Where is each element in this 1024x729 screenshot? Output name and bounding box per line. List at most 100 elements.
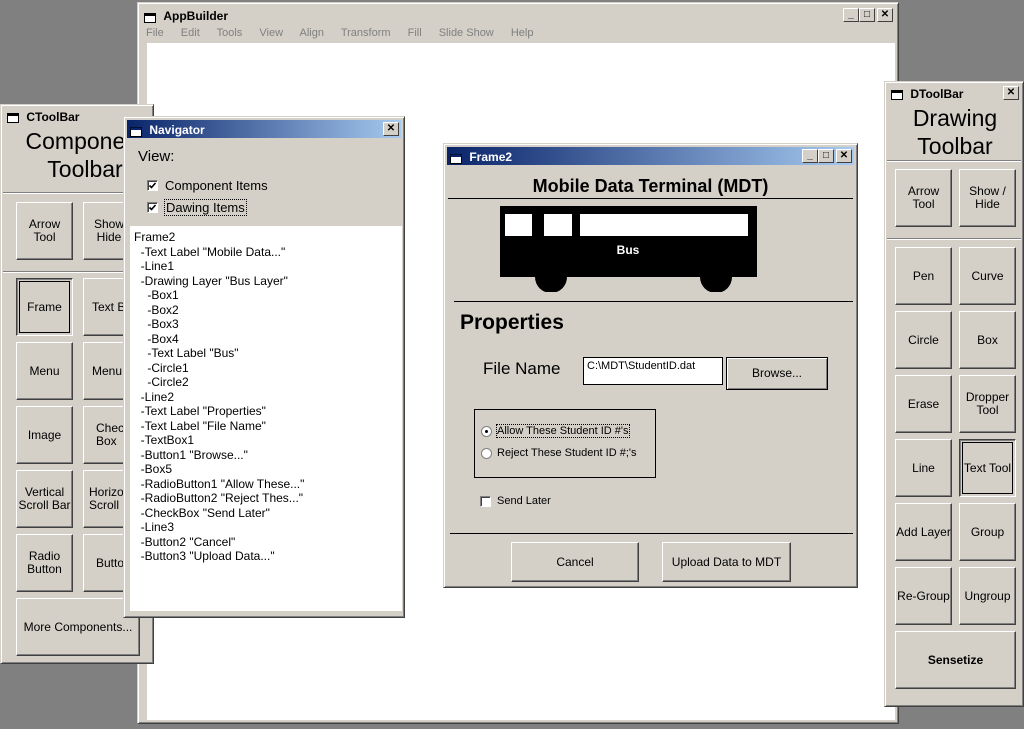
ctool-vscroll-button[interactable]: Vertical Scroll Bar — [16, 470, 73, 528]
radio-reject-option[interactable]: Reject These Student ID #;'s — [481, 447, 636, 459]
ctoolbar-title: CToolBar — [26, 109, 80, 124]
ctool-image-button[interactable]: Image — [16, 406, 73, 464]
menu-align[interactable]: Align — [299, 27, 323, 39]
dtool-group-button[interactable]: Group — [959, 503, 1016, 561]
dtoolbar-divider-top — [887, 160, 1021, 162]
tree-item[interactable]: -RadioButton2 "Reject Thes..." — [134, 491, 398, 506]
radio-allow[interactable] — [481, 425, 492, 437]
menu-file[interactable]: File — [146, 27, 164, 39]
navigator-window: Navigator ✕ View: Component Items Dawing… — [123, 116, 405, 618]
tree-item[interactable]: -Button2 "Cancel" — [134, 535, 398, 550]
dtool-arrow-button[interactable]: Arrow Tool — [895, 169, 952, 227]
line2 — [454, 301, 853, 302]
properties-heading: Properties — [460, 311, 564, 334]
navigator-titlebar[interactable]: Navigator ✕ — [127, 120, 401, 138]
tree-item[interactable]: -Text Label "Bus" — [134, 346, 398, 361]
tree-item[interactable]: -Box4 — [134, 332, 398, 347]
dtool-dropper-button[interactable]: Dropper Tool — [959, 375, 1016, 433]
dtool-sensetize-button[interactable]: Sensetize — [895, 631, 1016, 689]
send-later-label: Send Later — [497, 495, 551, 507]
dtool-circle-button[interactable]: Circle — [895, 311, 952, 369]
frame2-titlebar[interactable]: Frame2 _ □ ✕ — [447, 147, 854, 165]
dtool-line-button[interactable]: Line — [895, 439, 952, 497]
dtool-pen-button[interactable]: Pen — [895, 247, 952, 305]
tree-item[interactable]: -Text Label "Mobile Data..." — [134, 245, 398, 260]
dtoolbar-heading-line2: Toolbar — [917, 133, 993, 159]
menu-transform[interactable]: Transform — [341, 27, 391, 39]
tree-item[interactable]: -Box1 — [134, 288, 398, 303]
dtool-text-button[interactable]: Text Tool — [959, 439, 1016, 497]
tree-item[interactable]: -Button1 "Browse..." — [134, 448, 398, 463]
drawing-items-checkbox[interactable] — [147, 202, 158, 213]
frame2-window: Frame2 _ □ ✕ Mobile Data Terminal (MDT) … — [443, 143, 858, 588]
tree-item[interactable]: -Text Label "Properties" — [134, 404, 398, 419]
tree-item[interactable]: Frame2 — [134, 230, 398, 245]
maximize-icon[interactable]: □ — [859, 8, 875, 22]
tree-item[interactable]: -Line3 — [134, 520, 398, 535]
menu-fill[interactable]: Fill — [408, 27, 422, 39]
component-items-checkbox[interactable] — [147, 180, 158, 191]
line1 — [448, 198, 853, 199]
minimize-icon[interactable]: _ — [802, 149, 818, 163]
navigator-title: Navigator — [149, 122, 205, 137]
dtool-regroup-button[interactable]: Re-Group — [895, 567, 952, 625]
ctool-menu-button[interactable]: Menu — [16, 342, 73, 400]
close-icon[interactable]: ✕ — [383, 122, 399, 136]
browse-button[interactable]: Browse... — [726, 357, 828, 390]
menu-view[interactable]: View — [259, 27, 283, 39]
ctool-arrow-button[interactable]: Arrow Tool — [16, 202, 73, 260]
dtool-showhide-button[interactable]: Show / Hide — [959, 169, 1016, 227]
menu-tools[interactable]: Tools — [217, 27, 243, 39]
tree-item[interactable]: -Circle1 — [134, 361, 398, 376]
navigator-tree[interactable]: Frame2 -Text Label "Mobile Data..." -Lin… — [130, 226, 402, 611]
cancel-button[interactable]: Cancel — [511, 542, 639, 582]
dtoolbar-heading-line1: Drawing — [912, 105, 998, 131]
component-items-option[interactable]: Component Items — [147, 178, 268, 193]
close-icon[interactable]: ✕ — [836, 149, 852, 163]
drawing-items-option[interactable]: Dawing Items — [147, 199, 247, 216]
ctool-more-components-button[interactable]: More Components... — [16, 598, 140, 656]
tree-item[interactable]: -CheckBox "Send Later" — [134, 506, 398, 521]
appbuilder-titlebar[interactable]: AppBuilder _ □ ✕ — [141, 6, 895, 24]
tree-item[interactable]: -Text Label "File Name" — [134, 419, 398, 434]
frame2-window-icon — [450, 151, 462, 164]
tree-item[interactable]: -TextBox1 — [134, 433, 398, 448]
dtool-ungroup-button[interactable]: Ungroup — [959, 567, 1016, 625]
line3 — [450, 533, 853, 534]
file-name-input[interactable]: C:\MDT\StudentID.dat — [583, 357, 723, 385]
tree-item[interactable]: -Line2 — [134, 390, 398, 405]
navigator-window-icon — [130, 124, 142, 137]
tree-item[interactable]: -Box3 — [134, 317, 398, 332]
maximize-icon[interactable]: □ — [818, 149, 834, 163]
send-later-option[interactable]: Send Later — [480, 495, 551, 507]
dtool-curve-button[interactable]: Curve — [959, 247, 1016, 305]
dtool-erase-button[interactable]: Erase — [895, 375, 952, 433]
tree-item[interactable]: -Box5 — [134, 462, 398, 477]
tree-item[interactable]: -Box2 — [134, 303, 398, 318]
dtoolbar-title: DToolBar — [910, 86, 964, 101]
send-later-checkbox[interactable] — [480, 495, 491, 507]
ctool-radio-button[interactable]: Radio Button — [16, 534, 73, 592]
tree-item[interactable]: -RadioButton1 "Allow These..." — [134, 477, 398, 492]
close-icon[interactable]: ✕ — [877, 8, 893, 22]
close-icon[interactable]: ✕ — [1003, 86, 1019, 100]
ctool-frame-button[interactable]: Frame — [16, 278, 73, 336]
dtoolbar-titlebar[interactable]: DToolBar ✕ — [888, 85, 1020, 101]
menu-slide-show[interactable]: Slide Show — [439, 27, 494, 39]
menu-edit[interactable]: Edit — [181, 27, 200, 39]
tree-item[interactable]: -Drawing Layer "Bus Layer" — [134, 274, 398, 289]
minimize-icon[interactable]: _ — [843, 8, 859, 22]
dtool-addlayer-button[interactable]: Add Layer — [895, 503, 952, 561]
dtool-box-button[interactable]: Box — [959, 311, 1016, 369]
upload-data-button[interactable]: Upload Data to MDT — [662, 542, 791, 582]
appbuilder-title: AppBuilder — [163, 8, 229, 23]
ctoolbar-window-icon — [7, 111, 19, 123]
app-window-icon — [144, 10, 156, 23]
menu-help[interactable]: Help — [511, 27, 534, 39]
file-name-label: File Name — [483, 359, 561, 378]
tree-item[interactable]: -Circle2 — [134, 375, 398, 390]
radio-reject[interactable] — [481, 447, 492, 459]
tree-item[interactable]: -Line1 — [134, 259, 398, 274]
radio-allow-option[interactable]: Allow These Student ID #'s — [481, 424, 630, 438]
tree-item[interactable]: -Button3 "Upload Data..." — [134, 549, 398, 564]
